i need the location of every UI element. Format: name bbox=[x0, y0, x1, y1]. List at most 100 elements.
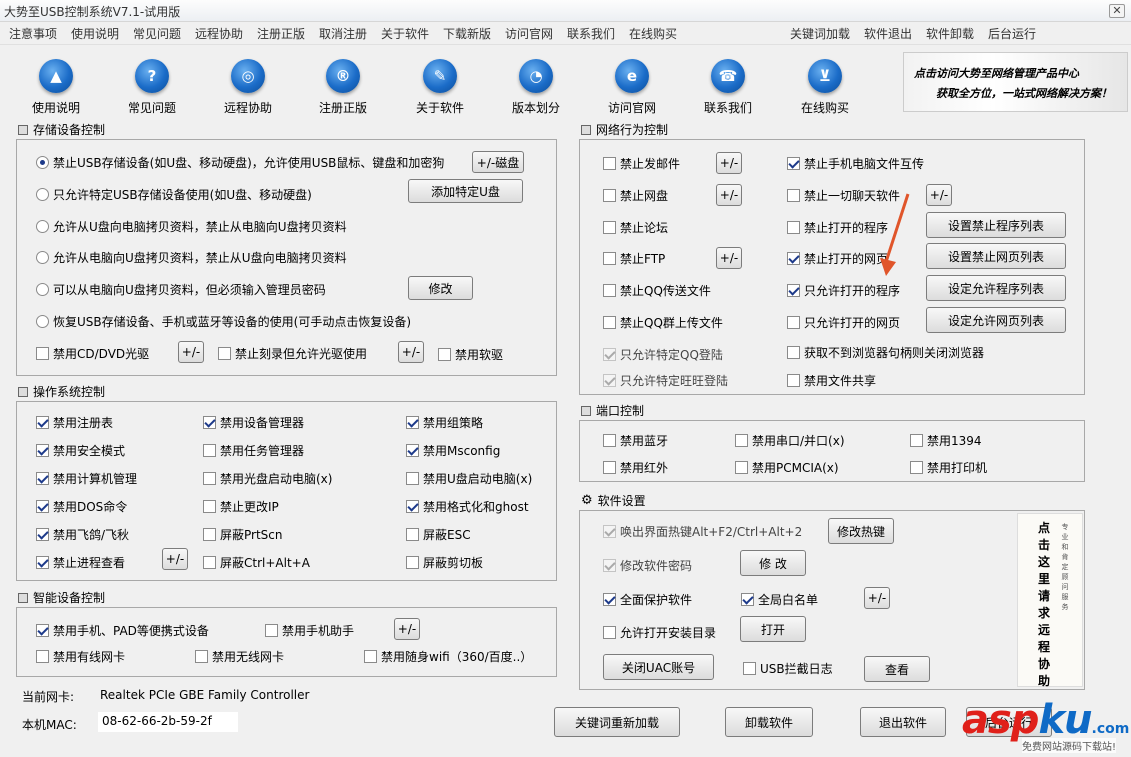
radio[interactable] bbox=[36, 315, 49, 328]
email-toggle-button[interactable]: +/- bbox=[716, 152, 742, 174]
storage-radio-3[interactable]: 允许从U盘向电脑拷贝资料，禁止从电脑向U盘拷贝资料 bbox=[36, 218, 347, 235]
phone-toggle-button[interactable]: +/- bbox=[394, 618, 420, 640]
net-block-ftp[interactable]: 禁止FTP bbox=[603, 250, 665, 267]
menu-about[interactable]: 关于软件 bbox=[381, 25, 429, 42]
toolbar-contact-button[interactable]: ☎联系我们 bbox=[688, 53, 768, 116]
os-check-registry[interactable]: 禁用注册表 bbox=[36, 414, 113, 431]
chat-toggle-button[interactable]: +/- bbox=[926, 184, 952, 206]
uninstall-button[interactable]: 卸载软件 bbox=[725, 707, 813, 737]
ftp-toggle-button[interactable]: +/- bbox=[716, 247, 742, 269]
block-program-list-button[interactable]: 设置禁止程序列表 bbox=[926, 212, 1066, 238]
allow-program-list-button[interactable]: 设定允许程序列表 bbox=[926, 275, 1066, 301]
allow-web-list-button[interactable]: 设定允许网页列表 bbox=[926, 307, 1066, 333]
os-check-esc[interactable]: 屏蔽ESC bbox=[406, 526, 471, 543]
menu-website[interactable]: 访问官网 bbox=[505, 25, 553, 42]
menu-unregister[interactable]: 取消注册 bbox=[319, 25, 367, 42]
disable-portable-wifi-check[interactable]: 禁用随身wifi（360/百度..） bbox=[364, 648, 532, 665]
disable-cd-check[interactable]: 禁用CD/DVD光驱 bbox=[36, 345, 149, 362]
os-check-feige[interactable]: 禁用飞鸽/飞秋 bbox=[36, 526, 129, 543]
block-web-list-button[interactable]: 设置禁止网页列表 bbox=[926, 243, 1066, 269]
toolbar-version-button[interactable]: ◔版本划分 bbox=[496, 53, 576, 116]
menu-register[interactable]: 注册正版 bbox=[257, 25, 305, 42]
modify-hotkey-button[interactable]: 修改热键 bbox=[828, 518, 894, 544]
port-1394[interactable]: 禁用1394 bbox=[910, 432, 982, 449]
os-check-prtscn[interactable]: 屏蔽PrtScn bbox=[203, 526, 283, 543]
os-check-cdboot[interactable]: 禁用光盘启动电脑(x) bbox=[203, 470, 332, 487]
port-bluetooth[interactable]: 禁用蓝牙 bbox=[603, 432, 668, 449]
menu-manual[interactable]: 使用说明 bbox=[71, 25, 119, 42]
remote-help-calligraphy[interactable]: 点击这里请求远程协助 专业和肯定 顾问服务 bbox=[1017, 513, 1083, 687]
toolbar-manual-button[interactable]: ▲使用说明 bbox=[16, 53, 96, 116]
os-check-process[interactable]: 禁止进程查看 bbox=[36, 554, 125, 571]
storage-radio-2[interactable]: 只允许特定USB存储设备使用(如U盘、移动硬盘) bbox=[36, 186, 312, 203]
close-uac-button[interactable]: 关闭UAC账号 bbox=[603, 654, 714, 680]
disable-floppy-check[interactable]: 禁用软驱 bbox=[438, 346, 503, 363]
toolbar-about-button[interactable]: ✎关于软件 bbox=[400, 53, 480, 116]
modify-password-button[interactable]: 修改 bbox=[408, 276, 473, 300]
net-allow-specific-qq[interactable]: 只允许特定QQ登陆 bbox=[603, 346, 723, 363]
os-check-msconfig[interactable]: 禁用Msconfig bbox=[406, 442, 500, 459]
os-check-dos[interactable]: 禁用DOS命令 bbox=[36, 498, 127, 515]
net-allow-specific-wangwang[interactable]: 只允许特定旺旺登陆 bbox=[603, 372, 728, 389]
storage-radio-5[interactable]: 可以从电脑向U盘拷贝资料，但必须输入管理员密码 bbox=[36, 281, 326, 298]
os-check-clipboard[interactable]: 屏蔽剪切板 bbox=[406, 554, 483, 571]
menu-contact[interactable]: 联系我们 bbox=[567, 25, 615, 42]
net-allow-webpages-only[interactable]: 只允许打开的网页 bbox=[787, 314, 900, 331]
radio[interactable] bbox=[36, 220, 49, 233]
os-check-gpedit[interactable]: 禁用组策略 bbox=[406, 414, 483, 431]
toolbar-remote-button[interactable]: ◎远程协助 bbox=[208, 53, 288, 116]
net-block-forum[interactable]: 禁止论坛 bbox=[603, 219, 668, 236]
reload-keywords-button[interactable]: 关键词重新加载 bbox=[554, 707, 680, 737]
sw-hotkey-check[interactable]: 唤出界面热键Alt+F2/Ctrl+Alt+2 bbox=[603, 523, 802, 540]
close-button[interactable]: ✕ bbox=[1109, 4, 1125, 18]
netdisk-toggle-button[interactable]: +/- bbox=[716, 184, 742, 206]
os-check-ip[interactable]: 禁止更改IP bbox=[203, 498, 279, 515]
sw-full-protect-check[interactable]: 全面保护软件 bbox=[603, 591, 692, 608]
radio[interactable] bbox=[36, 156, 49, 169]
radio[interactable] bbox=[36, 188, 49, 201]
mac-value-field[interactable]: 08-62-66-2b-59-2f bbox=[98, 712, 238, 732]
net-block-netdisk[interactable]: 禁止网盘 bbox=[603, 187, 668, 204]
os-check-format[interactable]: 禁用格式化和ghost bbox=[406, 498, 529, 515]
menu-faq[interactable]: 常见问题 bbox=[133, 25, 181, 42]
open-install-dir-button[interactable]: 打开 bbox=[740, 616, 806, 642]
os-check-devmgr[interactable]: 禁用设备管理器 bbox=[203, 414, 304, 431]
net-block-email[interactable]: 禁止发邮件 bbox=[603, 155, 680, 172]
disk-toggle-button[interactable]: +/-磁盘 bbox=[472, 151, 524, 173]
cd-toggle-button[interactable]: +/- bbox=[178, 341, 204, 363]
product-banner[interactable]: 点击访问大势至网络管理产品中心 获取全方位，一站式网络解决方案！ bbox=[903, 52, 1128, 112]
sw-whitelist-check[interactable]: 全局白名单 bbox=[741, 591, 818, 608]
menu-exit[interactable]: 软件退出 bbox=[864, 25, 912, 42]
radio[interactable] bbox=[36, 283, 49, 296]
net-block-programs[interactable]: 禁止打开的程序 bbox=[787, 219, 888, 236]
disable-phone-assistant-check[interactable]: 禁用手机助手 bbox=[265, 622, 354, 639]
os-check-taskmgr[interactable]: 禁用任务管理器 bbox=[203, 442, 304, 459]
port-pcmcia[interactable]: 禁用PCMCIA(x) bbox=[735, 459, 839, 476]
port-serial-parallel[interactable]: 禁用串口/并口(x) bbox=[735, 432, 845, 449]
toolbar-register-button[interactable]: ®注册正版 bbox=[303, 53, 383, 116]
net-block-qq-group-upload[interactable]: 禁止QQ群上传文件 bbox=[603, 314, 723, 331]
menu-keyword-load[interactable]: 关键词加载 bbox=[790, 25, 850, 42]
disable-wired-nic-check[interactable]: 禁用有线网卡 bbox=[36, 648, 125, 665]
menu-notes[interactable]: 注意事项 bbox=[9, 25, 57, 42]
toolbar-buy-button[interactable]: ⊻在线购买 bbox=[785, 53, 865, 116]
port-printer[interactable]: 禁用打印机 bbox=[910, 459, 987, 476]
storage-radio-6[interactable]: 恢复USB存储设备、手机或蓝牙等设备的使用(可手动点击恢复设备) bbox=[36, 313, 411, 330]
sw-password-check[interactable]: 修改软件密码 bbox=[603, 557, 692, 574]
net-block-phone-pc-transfer[interactable]: 禁止手机电脑文件互传 bbox=[787, 155, 924, 172]
menu-buy[interactable]: 在线购买 bbox=[629, 25, 677, 42]
block-burn-check[interactable]: 禁止刻录但允许光驱使用 bbox=[218, 345, 367, 362]
burn-toggle-button[interactable]: +/- bbox=[398, 341, 424, 363]
menu-uninstall[interactable]: 软件卸载 bbox=[926, 25, 974, 42]
storage-radio-4[interactable]: 允许从电脑向U盘拷贝资料，禁止从U盘向电脑拷贝资料 bbox=[36, 249, 347, 266]
menu-remote-help[interactable]: 远程协助 bbox=[195, 25, 243, 42]
modify-password-sw-button[interactable]: 修 改 bbox=[740, 550, 806, 576]
port-infrared[interactable]: 禁用红外 bbox=[603, 459, 668, 476]
view-log-button[interactable]: 查看 bbox=[864, 656, 930, 682]
disable-wireless-nic-check[interactable]: 禁用无线网卡 bbox=[195, 648, 284, 665]
os-check-compmgmt[interactable]: 禁用计算机管理 bbox=[36, 470, 137, 487]
whitelist-toggle-button[interactable]: +/- bbox=[864, 587, 890, 609]
net-allow-programs-only[interactable]: 只允许打开的程序 bbox=[787, 282, 900, 299]
os-check-udiskboot[interactable]: 禁用U盘启动电脑(x) bbox=[406, 470, 532, 487]
exit-button[interactable]: 退出软件 bbox=[860, 707, 946, 737]
